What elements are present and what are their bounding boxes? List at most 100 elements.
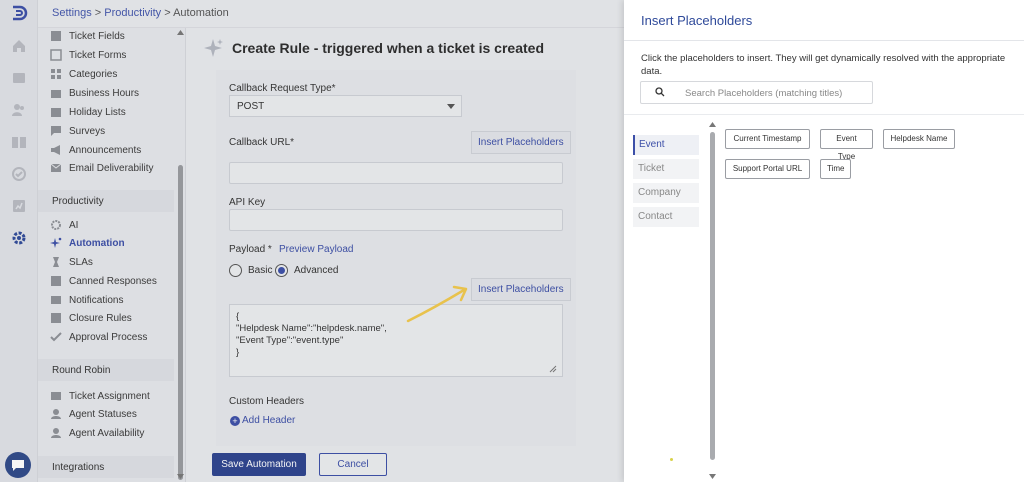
reports-icon[interactable] [11,198,27,214]
sidebar-section-productivity: Productivity [38,190,174,212]
radio-advanced[interactable] [275,264,288,277]
callback-url-input[interactable] [229,162,563,184]
canned-responses-icon [51,276,61,286]
resize-handle-icon[interactable] [549,365,557,373]
drawer-divider-2 [624,114,1024,115]
drawer-divider [624,40,1024,41]
icon-rail [0,0,38,482]
scroll-down-icon[interactable] [177,474,184,479]
callback-type-label: Callback Request Type* [229,83,336,94]
drawer-title: Insert Placeholders [641,13,753,28]
page-title: Create Rule - triggered when a ticket is… [232,40,544,56]
knowledge-base-icon[interactable] [11,134,27,150]
category-contact[interactable]: Contact [633,207,699,227]
breadcrumb-productivity[interactable]: Productivity [104,7,161,19]
sidebar-item-ticket-forms[interactable]: Ticket Forms [50,47,126,63]
sidebar-item-automation[interactable]: Automation [50,235,125,251]
app-logo-icon[interactable] [10,4,28,22]
sidebar-item-announcements[interactable]: Announcements [50,142,141,158]
plus-circle-icon: + [230,415,240,426]
callback-url-label: Callback URL* [229,137,295,148]
sidebar-item-slas[interactable]: SLAs [50,254,93,270]
sidebar-item-ai[interactable]: AI [50,217,78,233]
agent-statuses-icon [51,409,61,419]
sidebar-item-agent-availability[interactable]: Agent Availability [50,425,144,441]
chat-bubble-button[interactable] [5,452,31,478]
placeholder-search-box[interactable] [640,81,873,104]
inbox-icon[interactable] [11,70,27,86]
sidebar-item-business-hours[interactable]: Business Hours [50,85,139,101]
placeholder-chip-current-timestamp[interactable]: Current Timestamp [725,129,810,149]
categories-icon [51,69,61,79]
insert-placeholders-url-button[interactable]: Insert Placeholders [471,131,571,154]
sidebar-item-holiday-lists[interactable]: Holiday Lists [50,104,126,120]
radio-basic-label: Basic [248,265,273,276]
placeholder-chip-support-portal-url[interactable]: Support Portal URL [725,159,810,179]
category-company[interactable]: Company [633,183,699,203]
breadcrumb-settings[interactable]: Settings [52,7,92,19]
tasks-icon[interactable] [11,166,27,182]
sidebar-scrollbar-thumb[interactable] [178,165,183,480]
add-header-button[interactable]: + Add Header [230,415,295,426]
ticket-forms-icon [50,49,62,61]
insert-placeholders-drawer: Insert Placeholders Click the placeholde… [624,0,1024,482]
save-automation-button[interactable]: Save Automation [212,453,306,476]
top-bar: Settings > Productivity > Automation [38,0,624,28]
surveys-icon [51,126,61,136]
settings-sidebar: Ticket Fields Ticket Forms Categories Bu… [38,28,186,482]
contacts-icon[interactable] [11,102,27,118]
closure-rules-icon [51,313,61,323]
notifications-icon [51,296,61,304]
holiday-lists-icon [51,108,61,117]
breadcrumb-current: Automation [173,7,229,19]
category-event[interactable]: Event [633,135,699,155]
scroll-up-icon[interactable] [177,30,184,35]
callback-type-select[interactable]: POST [229,95,462,117]
category-scrollbar[interactable] [707,120,717,482]
sidebar-item-surveys[interactable]: Surveys [50,123,105,139]
payload-textarea[interactable]: { "Helpdesk Name":"helpdesk.name", "Even… [229,304,563,377]
sidebar-item-ticket-assignment[interactable]: Ticket Assignment [50,388,150,404]
sidebar-item-email-deliverability[interactable]: Email Deliverability [50,160,153,176]
sidebar-item-approval-process[interactable]: Approval Process [50,329,147,345]
placeholder-chip-event-type[interactable]: Event Type [820,129,873,161]
sidebar-item-closure-rules[interactable]: Closure Rules [50,310,132,326]
sidebar-item-agent-statuses[interactable]: Agent Statuses [50,406,137,422]
sparkle-icon [204,39,223,57]
category-ticket[interactable]: Ticket [633,159,699,179]
scroll-down-icon[interactable] [709,474,716,479]
sidebar-item-ticket-fields[interactable]: Ticket Fields [50,28,125,44]
api-key-input[interactable] [229,209,563,231]
sidebar-item-notifications[interactable]: Notifications [50,292,123,308]
custom-headers-label: Custom Headers [229,396,305,407]
home-icon[interactable] [11,38,27,54]
radio-basic[interactable] [229,264,242,277]
chevron-down-icon [447,104,455,109]
preview-payload-link[interactable]: Preview Payload [279,244,353,255]
sidebar-item-canned-responses[interactable]: Canned Responses [50,273,157,289]
ai-gear-icon [51,220,61,230]
chat-icon [12,460,24,471]
breadcrumb: Settings > Productivity > Automation [52,7,229,19]
sidebar-section-integrations: Integrations [38,456,174,478]
sidebar-section-round-robin: Round Robin [38,359,174,381]
announcements-icon [51,145,60,155]
search-icon [655,87,665,97]
placeholder-search-input[interactable] [685,85,865,101]
sidebar-item-categories[interactable]: Categories [50,66,117,82]
ticket-assignment-icon [51,392,61,400]
rule-editor: Create Rule - triggered when a ticket is… [186,28,624,482]
ticket-fields-icon [51,31,61,41]
placeholder-chip-helpdesk-name[interactable]: Helpdesk Name [883,129,955,149]
scroll-up-icon[interactable] [709,122,716,127]
settings-gear-icon[interactable] [11,230,27,246]
main-scrollbar[interactable] [611,28,624,482]
sidebar-scrollbar[interactable] [176,28,185,482]
insert-placeholders-payload-button[interactable]: Insert Placeholders [471,278,571,301]
drawer-description: Click the placeholders to insert. They w… [641,53,1006,77]
category-scrollbar-thumb[interactable] [710,132,715,460]
placeholder-chip-time[interactable]: Time [820,159,851,179]
payload-label: Payload * [229,244,272,255]
cancel-button[interactable]: Cancel [319,453,387,476]
business-hours-icon [51,90,61,98]
